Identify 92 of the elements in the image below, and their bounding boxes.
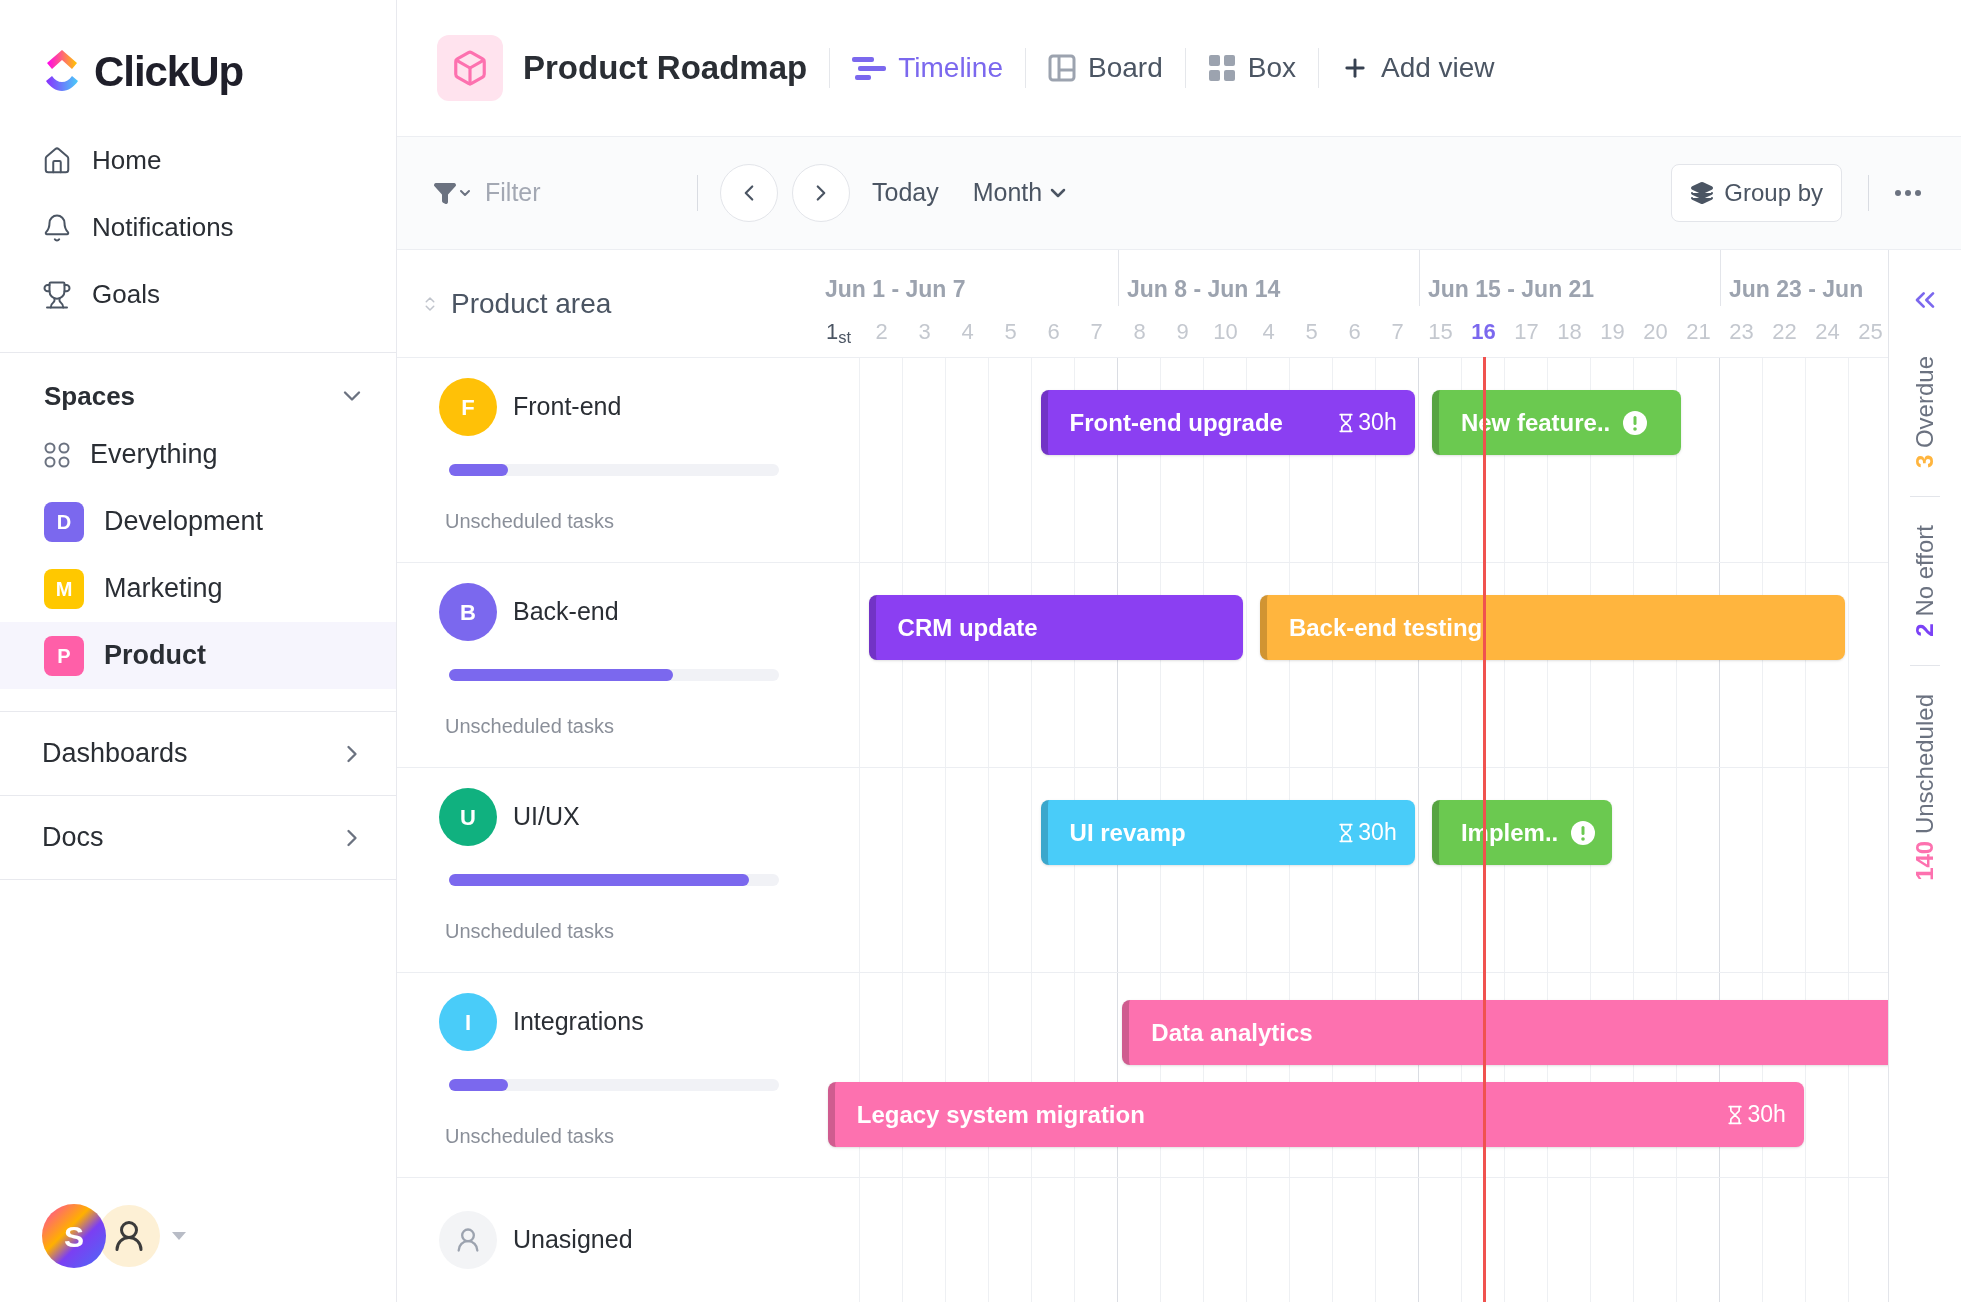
summary-label[interactable]: 2 No effort [1907, 525, 1943, 637]
view-tab[interactable]: Timeline [852, 47, 1003, 89]
view-tab[interactable]: Box [1207, 47, 1296, 89]
task-bar[interactable]: CRM update [868, 595, 1243, 660]
day-label: 21 [1686, 318, 1711, 346]
day-label: 20 [1643, 318, 1668, 346]
home-icon [42, 145, 72, 176]
space-avatar: M [44, 568, 84, 609]
brand-name: ClickUp [94, 47, 244, 97]
space-avatar: D [44, 501, 84, 542]
unscheduled-label: Unscheduled tasks [445, 919, 615, 944]
day-label: 6 [1047, 318, 1060, 346]
group-name: Integrations [513, 1006, 644, 1038]
nav-item[interactable]: Home [0, 127, 396, 194]
task-title: Front-end upgrade [1069, 407, 1283, 438]
day-label: 9 [1176, 318, 1189, 346]
timeline-icon [852, 55, 887, 81]
caret-down-icon [172, 1232, 186, 1240]
group-name: Back-end [513, 596, 619, 628]
unscheduled-label: Unscheduled tasks [445, 509, 615, 534]
trophy-icon [42, 279, 72, 310]
day-label: 7 [1391, 318, 1404, 346]
project-title: Product Roadmap [523, 48, 808, 89]
day-label: 2 [875, 318, 888, 346]
alert-icon [1622, 409, 1649, 436]
alert-icon [1570, 819, 1597, 846]
more-button[interactable] [1895, 190, 1921, 196]
effort-label: 30h [1336, 815, 1397, 850]
nav-item[interactable]: Goals [0, 261, 396, 328]
filter-field[interactable]: Filter [485, 174, 675, 212]
space-avatar: P [44, 635, 84, 676]
unscheduled-label: Unscheduled tasks [445, 714, 615, 739]
spaces-header[interactable]: Spaces [0, 371, 396, 421]
day-label: 19 [1600, 318, 1625, 346]
day-label: 4 [1262, 318, 1275, 346]
day-label: 16 [1471, 318, 1496, 346]
group-avatar: B [439, 583, 497, 641]
task-bar[interactable]: Front-end upgrade 30h [1040, 390, 1415, 455]
view-tab[interactable]: Board [1048, 47, 1163, 89]
project-icon [437, 35, 503, 101]
bell-icon [42, 212, 72, 243]
nav-item[interactable]: Notifications [0, 194, 396, 261]
day-label: 23 [1729, 318, 1754, 346]
group-avatar: F [439, 378, 497, 436]
layers-icon [1690, 181, 1715, 205]
filter-icon[interactable] [433, 181, 473, 205]
effort-label: 30h [1336, 405, 1397, 440]
space-item[interactable]: P Product [0, 622, 396, 689]
group-name: Unasigned [513, 1224, 633, 1256]
day-label: 24 [1815, 318, 1840, 346]
task-title: Back-end testing [1288, 612, 1483, 643]
day-label: 3 [918, 318, 931, 346]
group-by-button[interactable]: Group by [1671, 164, 1842, 222]
week-label: Jun 23 - Jun [1729, 274, 1864, 304]
day-label: 5 [1305, 318, 1318, 346]
day-label: 15 [1428, 318, 1453, 346]
summary-label[interactable]: 140 Unscheduled [1907, 693, 1943, 881]
group-name: UI/UX [513, 801, 580, 833]
task-title: CRM update [897, 612, 1038, 643]
day-label: 7 [1090, 318, 1103, 346]
day-label: 22 [1772, 318, 1797, 346]
day-label: 6 [1348, 318, 1361, 346]
group-avatar: U [439, 788, 497, 846]
column-header: Product area [451, 286, 612, 321]
day-label: 17 [1514, 318, 1539, 346]
task-title: Data analytics [1151, 1017, 1313, 1048]
day-label: 8 [1133, 318, 1146, 346]
summary-label[interactable]: 3 Overdue [1907, 356, 1943, 469]
day-label: 1$_{st}$ [825, 318, 852, 348]
grid-icon [1207, 54, 1236, 82]
week-label: Jun 1 - Jun 7 [825, 274, 966, 304]
day-label: 5 [1004, 318, 1017, 346]
task-title: Legacy system migration [856, 1099, 1145, 1130]
week-label: Jun 8 - Jun 14 [1127, 274, 1281, 304]
week-label: Jun 15 - Jun 21 [1428, 274, 1595, 304]
group-avatar: I [439, 993, 497, 1051]
sidebar-section[interactable]: Dashboards [0, 711, 396, 795]
day-label: 4 [961, 318, 974, 346]
sidebar-section[interactable]: Docs [0, 795, 396, 879]
dots-grid-icon [44, 441, 70, 468]
add-view-button[interactable]: Add view [1340, 47, 1495, 89]
unscheduled-label: Unscheduled tasks [445, 1124, 615, 1149]
day-label: 18 [1557, 318, 1582, 346]
period-dropdown[interactable]: Month [972, 174, 1071, 212]
group-name: Front-end [513, 391, 622, 423]
today-button[interactable]: Today [872, 174, 939, 212]
day-label: 10 [1213, 318, 1238, 346]
task-title: UI revamp [1069, 817, 1186, 848]
more-icon [1895, 190, 1921, 196]
effort-label: 30h [1725, 1097, 1786, 1132]
day-label: 25 [1858, 318, 1883, 346]
board-icon [1048, 54, 1076, 82]
